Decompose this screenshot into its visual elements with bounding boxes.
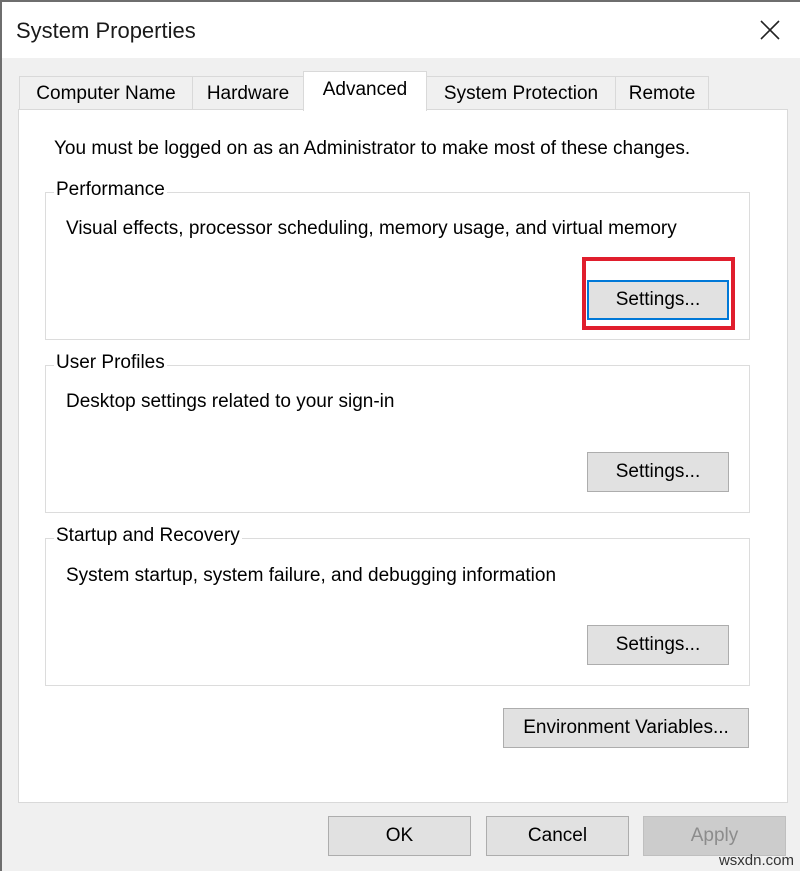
close-button[interactable] — [738, 2, 800, 58]
title-bar: System Properties — [2, 2, 800, 58]
tab-system-protection[interactable]: System Protection — [426, 76, 616, 110]
user-profiles-description: Desktop settings related to your sign-in — [66, 391, 395, 412]
user-profiles-group-label: User Profiles — [54, 352, 167, 374]
ok-button[interactable]: OK — [328, 816, 471, 856]
cancel-button[interactable]: Cancel — [486, 816, 629, 856]
watermark: wsxdn.com — [718, 852, 794, 869]
user-profiles-group: User Profiles Desktop settings related t… — [45, 352, 750, 513]
performance-description: Visual effects, processor scheduling, me… — [66, 218, 677, 239]
startup-recovery-settings-button[interactable]: Settings... — [587, 625, 729, 665]
system-properties-window: System Properties Computer Name Hardware… — [0, 0, 800, 871]
window-title: System Properties — [16, 18, 196, 43]
close-icon — [760, 20, 780, 40]
tab-advanced[interactable]: Advanced — [303, 71, 427, 111]
performance-group-label: Performance — [54, 179, 167, 201]
performance-settings-button[interactable]: Settings... — [587, 280, 729, 320]
tab-computer-name[interactable]: Computer Name — [19, 76, 193, 110]
startup-recovery-description: System startup, system failure, and debu… — [66, 565, 557, 586]
admin-note: You must be logged on as an Administrato… — [54, 138, 691, 159]
startup-recovery-group-label: Startup and Recovery — [54, 525, 242, 547]
advanced-tab-panel: You must be logged on as an Administrato… — [18, 109, 788, 803]
tab-hardware[interactable]: Hardware — [192, 76, 304, 110]
startup-recovery-group: Startup and Recovery System startup, sys… — [45, 525, 750, 686]
environment-variables-button[interactable]: Environment Variables... — [503, 708, 749, 748]
apply-button[interactable]: Apply — [643, 816, 786, 856]
performance-group: Performance Visual effects, processor sc… — [45, 179, 750, 340]
tab-remote[interactable]: Remote — [615, 76, 709, 110]
user-profiles-settings-button[interactable]: Settings... — [587, 452, 729, 492]
